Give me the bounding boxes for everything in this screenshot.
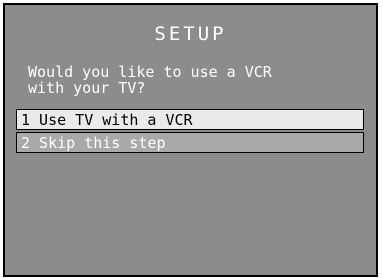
option-use-tv-with-vcr[interactable]: 1 Use TV with a VCR xyxy=(16,109,364,130)
setup-question: Would you like to use a VCR with your TV… xyxy=(28,63,272,97)
setup-screen: SETUP Would you like to use a VCR with y… xyxy=(3,3,378,277)
screen-title: SETUP xyxy=(154,23,227,45)
option-skip-this-step[interactable]: 2 Skip this step xyxy=(16,132,364,153)
